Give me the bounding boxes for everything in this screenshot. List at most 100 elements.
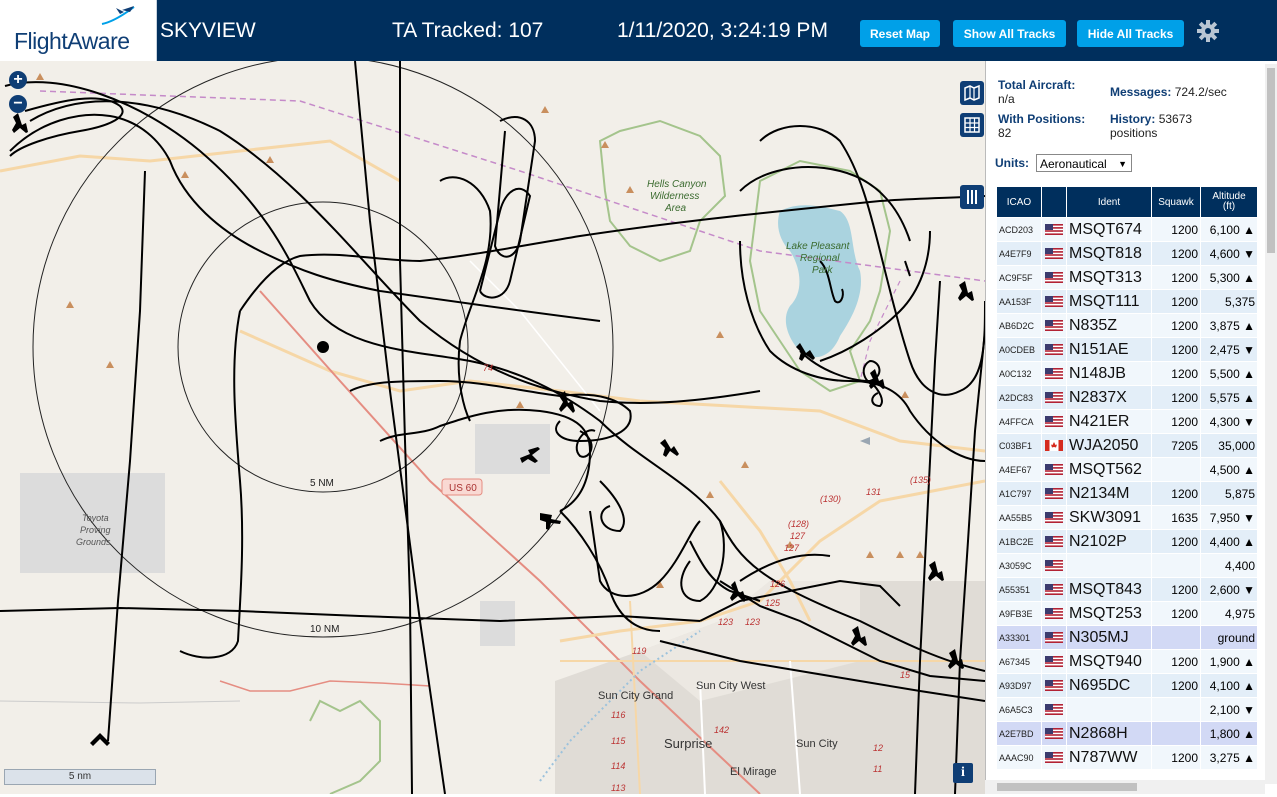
zoom-in-button[interactable]: + — [9, 71, 27, 89]
ring-5nm-label: 5 NM — [310, 478, 334, 489]
icao-cell: AA153F — [996, 289, 1042, 314]
squawk-cell — [1151, 721, 1201, 746]
ident-cell: MSQT674 — [1066, 217, 1152, 242]
us-flag-icon — [1045, 535, 1063, 547]
flag-cell — [1041, 505, 1067, 530]
map-layers-button[interactable] — [960, 81, 984, 105]
zoom-out-button[interactable]: − — [9, 95, 27, 113]
aircraft-row[interactable]: A4E7F9 MSQT818 1200 4,600 ▼ — [996, 241, 1258, 266]
sun-city-west-label: Sun City West — [696, 680, 766, 692]
icao-column-header[interactable]: ICAO — [996, 186, 1042, 218]
altitude-cell: 5,500 ▲ — [1200, 361, 1258, 386]
aircraft-row[interactable]: ACD203 MSQT674 1200 6,100 ▲ — [996, 217, 1258, 242]
show-all-tracks-button[interactable]: Show All Tracks — [953, 20, 1066, 47]
map-view[interactable]: 5 NM 10 NM Hells Canyon Wilderness Area … — [0, 61, 985, 794]
history-stat: History: 53673 positions — [1110, 112, 1192, 140]
grid-toggle-button[interactable] — [960, 113, 984, 137]
aircraft-row[interactable]: A93D97 N695DC 1200 4,100 ▲ — [996, 673, 1258, 698]
squawk-column-header[interactable]: Squawk — [1151, 186, 1201, 218]
aircraft-row[interactable]: A0C132 N148JB 1200 5,500 ▲ — [996, 361, 1258, 386]
map-icon — [964, 84, 980, 102]
hells-canyon-label-2: Wilderness — [650, 191, 699, 202]
aircraft-row[interactable]: AC9F5F MSQT313 1200 5,300 ▲ — [996, 265, 1258, 290]
aircraft-row[interactable]: AAAC90 N787WW 1200 3,275 ▲ — [996, 745, 1258, 770]
flightaware-logo[interactable]: FlightAware — [0, 0, 157, 61]
map-canvas[interactable]: 5 NM 10 NM Hells Canyon Wilderness Area … — [0, 61, 985, 794]
ident-cell: MSQT562 — [1066, 457, 1152, 482]
aircraft-row[interactable]: C03BF1 WJA2050 7205 35,000 — [996, 433, 1258, 458]
ident-cell: N151AE — [1066, 337, 1152, 362]
aircraft-row[interactable]: A4FFCA N421ER 1200 4,300 ▼ — [996, 409, 1258, 434]
aircraft-row[interactable]: A33301 N305MJ ground — [996, 625, 1258, 650]
squawk-cell — [1151, 457, 1201, 482]
flag-cell — [1041, 385, 1067, 410]
road-115-label: 115 — [611, 736, 626, 746]
hide-all-tracks-button[interactable]: Hide All Tracks — [1077, 20, 1184, 47]
icao-cell: A55351 — [996, 577, 1042, 602]
aircraft-row[interactable]: A2E7BD N2868H 1,800 ▲ — [996, 721, 1258, 746]
aircraft-row[interactable]: AA55B5 SKW3091 1635 7,950 ▼ — [996, 505, 1258, 530]
aircraft-row[interactable]: A0CDEB N151AE 1200 2,475 ▼ — [996, 337, 1258, 362]
app-title: SKYVIEW — [160, 19, 256, 42]
horizontal-scroll-thumb[interactable] — [997, 783, 1137, 791]
units-label: Units: — [995, 156, 1029, 170]
aircraft-row[interactable]: A9FB3E MSQT253 1200 4,975 — [996, 601, 1258, 626]
aircraft-row[interactable]: AA153F MSQT111 1200 5,375 — [996, 289, 1258, 314]
altitude-cell: 5,875 — [1200, 481, 1258, 506]
road-125-label: 125 — [765, 598, 781, 608]
us-flag-icon — [1045, 751, 1063, 763]
flag-cell — [1041, 361, 1067, 386]
us-flag-icon — [1045, 343, 1063, 355]
icao-cell: AB6D2C — [996, 313, 1042, 338]
flag-cell — [1041, 241, 1067, 266]
current-datetime: 1/11/2020, 3:24:19 PM — [617, 19, 828, 42]
icao-cell: A1BC2E — [996, 529, 1042, 554]
aircraft-row[interactable]: AB6D2C N835Z 1200 3,875 ▲ — [996, 313, 1258, 338]
road-114-label: 114 — [611, 761, 625, 771]
altitude-cell: 3,275 ▲ — [1200, 745, 1258, 770]
altitude-cell: ground — [1200, 625, 1258, 650]
ident-column-header[interactable]: Ident — [1066, 186, 1152, 218]
ident-cell: N695DC — [1066, 673, 1152, 698]
history-label: History: — [1110, 112, 1156, 126]
flag-column-header[interactable] — [1041, 186, 1067, 218]
units-select[interactable]: Aeronautical ▼ — [1036, 154, 1132, 172]
aircraft-row[interactable]: A3059C 4,400 — [996, 553, 1258, 578]
icao-cell: A6A5C3 — [996, 697, 1042, 722]
vertical-scroll-thumb[interactable] — [1267, 68, 1275, 253]
aircraft-row[interactable]: A4EF67 MSQT562 4,500 ▲ — [996, 457, 1258, 482]
reset-map-button[interactable]: Reset Map — [860, 20, 940, 47]
altitude-cell: 1,900 ▲ — [1200, 649, 1258, 674]
altitude-cell: 7,950 ▼ — [1200, 505, 1258, 530]
flag-cell — [1041, 217, 1067, 242]
squawk-cell: 1200 — [1151, 481, 1201, 506]
aircraft-row[interactable]: A55351 MSQT843 1200 2,600 ▼ — [996, 577, 1258, 602]
altitude-column-header[interactable]: Altitude (ft) — [1200, 186, 1258, 218]
settings-gear-icon[interactable] — [1196, 19, 1220, 43]
total-aircraft-stat: Total Aircraft: n/a — [998, 78, 1075, 106]
panel-horizontal-scrollbar[interactable] — [985, 780, 1265, 794]
squawk-cell: 1200 — [1151, 241, 1201, 266]
us-flag-icon — [1045, 703, 1063, 715]
aircraft-row[interactable]: A6A5C3 2,100 ▼ — [996, 697, 1258, 722]
info-button[interactable]: i — [953, 763, 973, 783]
icao-cell: A67345 — [996, 649, 1042, 674]
messages-label: Messages: — [1110, 85, 1172, 99]
canada-flag-icon — [1045, 439, 1063, 451]
altitude-cell: 4,400 — [1200, 553, 1258, 578]
flag-cell — [1041, 577, 1067, 602]
aircraft-row[interactable]: A67345 MSQT940 1200 1,900 ▲ — [996, 649, 1258, 674]
tracked-count: TA Tracked: 107 — [392, 19, 544, 42]
aircraft-row[interactable]: A2DC83 N2837X 1200 5,575 ▲ — [996, 385, 1258, 410]
flag-cell — [1041, 625, 1067, 650]
panel-vertical-scrollbar[interactable] — [1265, 64, 1277, 784]
surprise-label: Surprise — [664, 736, 712, 751]
squawk-cell — [1151, 697, 1201, 722]
us-flag-icon — [1045, 727, 1063, 739]
squawk-cell: 1200 — [1151, 409, 1201, 434]
flag-cell — [1041, 313, 1067, 338]
gray-area-2 — [480, 601, 515, 646]
aircraft-row[interactable]: A1BC2E N2102P 1200 4,400 ▲ — [996, 529, 1258, 554]
panel-toggle-button[interactable] — [960, 185, 984, 209]
aircraft-row[interactable]: A1C797 N2134M 1200 5,875 — [996, 481, 1258, 506]
